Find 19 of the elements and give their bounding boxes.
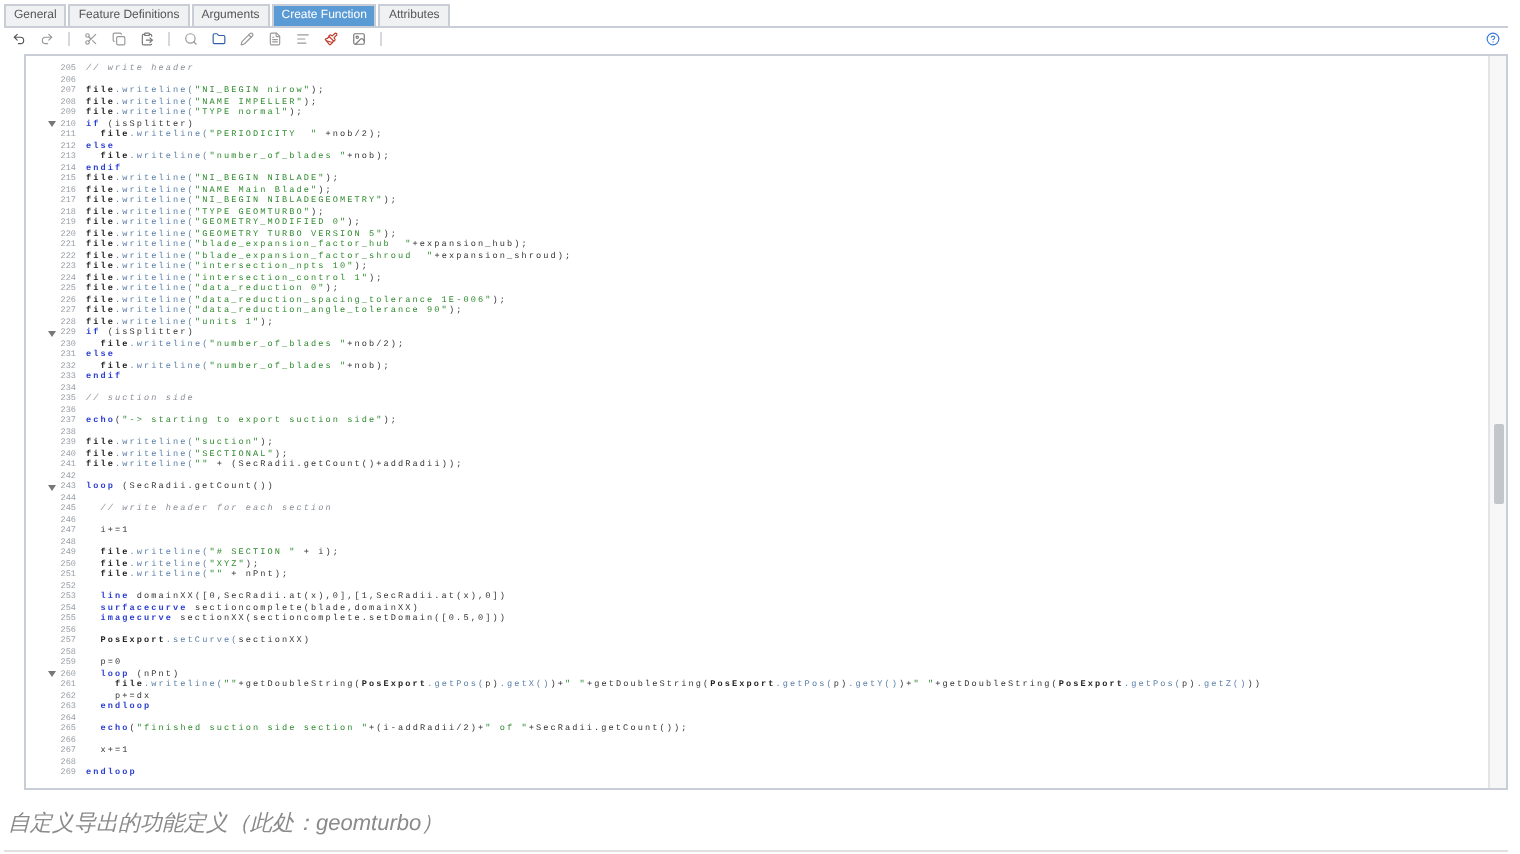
fold-marker-icon[interactable] <box>48 483 57 492</box>
folder-icon[interactable] <box>212 32 226 46</box>
pencil-icon[interactable] <box>240 32 254 46</box>
undo-icon[interactable] <box>12 32 26 46</box>
search-icon[interactable] <box>184 32 198 46</box>
brush-icon[interactable] <box>324 32 338 46</box>
cut-icon[interactable] <box>84 32 98 46</box>
redo-icon[interactable] <box>40 32 54 46</box>
paste-icon[interactable] <box>140 32 154 46</box>
image-icon[interactable] <box>352 32 366 46</box>
scrollbar[interactable] <box>1488 56 1506 788</box>
document-icon[interactable] <box>268 32 282 46</box>
figure-caption: 自定义导出的功能定义（此处：geomturbo） <box>8 809 446 838</box>
fold-marker-icon[interactable] <box>48 120 57 129</box>
list-icon[interactable] <box>296 32 310 46</box>
copy-icon[interactable] <box>112 32 126 46</box>
fold-marker-icon[interactable] <box>48 670 57 679</box>
help-icon[interactable] <box>1486 32 1500 46</box>
fold-marker-icon[interactable] <box>48 329 57 338</box>
